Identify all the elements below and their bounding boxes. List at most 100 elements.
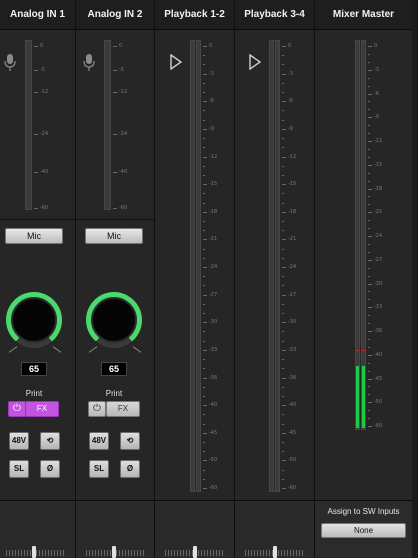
tick-label: 0 xyxy=(209,43,213,49)
fader-section xyxy=(155,500,234,558)
tick-label: -60 xyxy=(40,205,49,211)
tick-label: -21 xyxy=(374,209,383,216)
play-icon[interactable] xyxy=(169,54,183,70)
tick-label: -6 xyxy=(209,98,214,105)
fader-track[interactable] xyxy=(86,550,146,556)
master-level-right xyxy=(362,366,365,428)
playback-meter-left xyxy=(190,40,195,492)
fx-button[interactable]: FX xyxy=(25,401,59,417)
meter-scale: 0 -5 -12 -24 -40 -60 xyxy=(34,43,54,211)
tick-label: -45 xyxy=(288,429,297,436)
tick-label: -27 xyxy=(374,256,383,263)
peak-hold-right xyxy=(362,350,365,351)
tick-label: 0 xyxy=(374,43,378,49)
tick-label: -40 xyxy=(209,402,218,409)
tick-label: -6 xyxy=(374,90,379,97)
tick-label: -12 xyxy=(209,153,218,160)
meter-scale: 0 -3 -6 -9 -12 -15 -18 -21 -24 -27 -30 -33 -36 -40 -45… xyxy=(282,43,302,491)
tick-label: 0 xyxy=(40,43,44,49)
tick-label: -15 xyxy=(209,181,218,188)
tick-label: -50 xyxy=(209,457,218,464)
channel-name: Analog IN 1 xyxy=(0,0,75,30)
tick-label: -15 xyxy=(288,181,297,188)
gain-knob[interactable] xyxy=(6,292,62,348)
tick-label: -36 xyxy=(374,328,383,334)
tick-label: -40 xyxy=(374,351,383,358)
tick-label: -33 xyxy=(209,346,218,353)
play-icon[interactable] xyxy=(248,54,262,70)
tick-label: -5 xyxy=(40,67,45,73)
tick-label: 0 xyxy=(119,43,123,49)
tick-label: -3 xyxy=(288,70,293,77)
tick-label: -24 xyxy=(288,264,297,270)
channel-strip-playback-1-2: Playback 1-2 0 -3 -6 -9 -12 -15 -18 -21 -24 -27 -3… xyxy=(155,0,235,558)
channel-strip-playback-3-4: Playback 3-4 0 -3 -6 -9 -12 -15 -18 -21 -24 -27 -3… xyxy=(235,0,315,558)
input-type-button[interactable]: Mic xyxy=(5,228,63,244)
tick-label: -24 xyxy=(374,233,383,239)
meter-scale: 0 -3 -6 -9 -12 -15 -18 -21 -24 -27 -30 -33 -36 -40 -45… xyxy=(368,43,388,429)
tick-label: -27 xyxy=(288,291,297,298)
low-cut-button[interactable]: ⟲ xyxy=(120,432,140,450)
gain-knob[interactable] xyxy=(86,292,142,348)
gain-value[interactable]: 65 xyxy=(101,362,127,376)
playback-meter-left xyxy=(269,40,274,492)
fader-handle[interactable] xyxy=(193,546,197,558)
fader-handle[interactable] xyxy=(273,546,277,558)
print-power-button[interactable]: ⏻ xyxy=(88,401,106,417)
tick-label: -60 xyxy=(119,205,128,211)
fader-handle[interactable] xyxy=(32,546,36,558)
tick-label: -24 xyxy=(209,264,218,270)
phantom-48v-button[interactable]: 48V xyxy=(9,432,29,450)
print-label: Print xyxy=(25,389,43,398)
tick-label: -33 xyxy=(374,304,383,311)
fx-button[interactable]: FX xyxy=(106,401,140,417)
tick-label: -12 xyxy=(40,89,49,95)
phase-invert-button[interactable]: Ø xyxy=(120,460,140,478)
solo-button[interactable]: SL xyxy=(9,460,29,478)
input-meter xyxy=(104,40,111,210)
solo-button[interactable]: SL xyxy=(89,460,109,478)
print-power-button[interactable]: ⏻ xyxy=(8,401,26,417)
peak-hold-left xyxy=(356,350,359,351)
channel-name: Playback 3-4 xyxy=(235,0,314,30)
tick-label: 0 xyxy=(288,43,292,49)
tick-label: -18 xyxy=(288,208,297,215)
tick-label: -45 xyxy=(209,429,218,436)
tick-label: -36 xyxy=(288,374,297,381)
fader-track[interactable] xyxy=(6,550,66,556)
low-cut-button[interactable]: ⟲ xyxy=(40,432,60,450)
phase-invert-button[interactable]: Ø xyxy=(40,460,60,478)
tick-label: -36 xyxy=(209,374,218,381)
channel-name: Playback 1-2 xyxy=(155,0,234,30)
microphone-icon xyxy=(83,54,95,71)
gain-value[interactable]: 65 xyxy=(21,362,47,376)
tick-label: -40 xyxy=(288,402,297,409)
assign-to-sw-inputs-label: Assign to SW Inputs xyxy=(327,507,400,516)
tick-label: -50 xyxy=(374,399,383,406)
fader-section xyxy=(76,500,154,558)
tick-label: -30 xyxy=(209,319,218,326)
assign-select[interactable]: None xyxy=(321,523,406,538)
input-meter xyxy=(25,40,32,210)
tick-label: -60 xyxy=(288,485,297,491)
tick-label: -5 xyxy=(119,67,124,73)
tick-label: -24 xyxy=(119,131,128,137)
playback-meter-right xyxy=(275,40,280,492)
fader-section xyxy=(235,500,314,558)
tick-label: -3 xyxy=(209,70,214,77)
input-type-button[interactable]: Mic xyxy=(85,228,143,244)
tick-label: -30 xyxy=(288,319,297,326)
tick-label: -21 xyxy=(288,236,297,243)
tick-label: -50 xyxy=(288,457,297,464)
tick-label: -6 xyxy=(288,98,293,105)
tick-label: -3 xyxy=(374,66,379,73)
channel-strip-analog-in-1: Analog IN 1 0 -5 -12 -24 -40 -60 Mic 65 … xyxy=(0,0,76,558)
tick-label: -33 xyxy=(288,346,297,353)
channel-strip-mixer-master: Mixer Master 0 -3 -6 -9 -12 -15 -18 -21 -24 -27 -3… xyxy=(315,0,412,558)
master-level-left xyxy=(356,366,359,428)
fader-handle[interactable] xyxy=(112,546,116,558)
phantom-48v-button[interactable]: 48V xyxy=(89,432,109,450)
tick-label: -60 xyxy=(209,485,218,491)
tick-label: -9 xyxy=(209,125,214,132)
tick-label: -60 xyxy=(374,423,383,429)
